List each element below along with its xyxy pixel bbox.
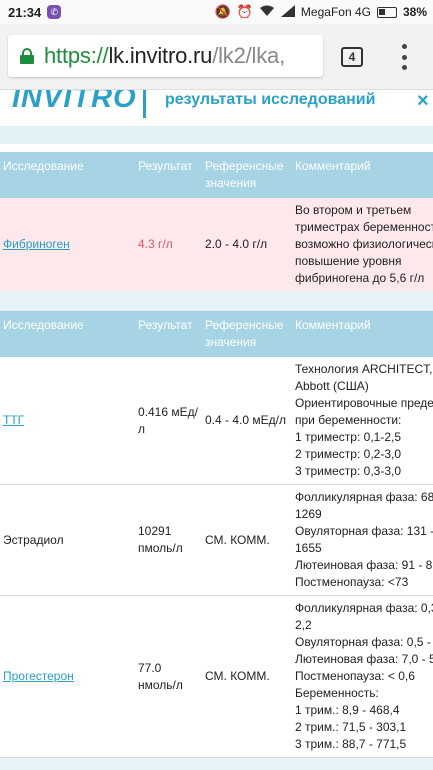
page-title: результаты исследований — [165, 91, 376, 108]
comment-cell: Фолликулярная фаза: 0,3 - 2,2 Овуляторна… — [292, 595, 433, 758]
close-icon[interactable]: × — [417, 90, 429, 113]
header-divider — [143, 90, 146, 118]
battery-percent: 38% — [402, 5, 427, 19]
menu-dot-icon — [401, 54, 407, 60]
comment-line: Фолликулярная фаза: 68 - — [295, 490, 433, 504]
comment-line: Abbott (США) — [295, 379, 369, 393]
table-row: Фибриноген 4.3 г/л 2.0 - 4.0 г/л Во втор… — [0, 198, 433, 291]
comment-line: 2 триместр: 0,2-3,0 — [295, 447, 402, 461]
reference-value: СМ. КОММ. — [202, 595, 292, 758]
table-header-row: Исследование Результат Референсные значе… — [0, 311, 433, 357]
comment-line: Лютеиновая фаза: 91 - 861 — [295, 558, 433, 572]
test-name-cell: Прогестерон — [0, 595, 135, 758]
header-comment: Комментарий — [292, 152, 433, 198]
comment-cell: Фолликулярная фаза: 68 - 1269 Овуляторна… — [292, 484, 433, 596]
comment-line: 1269 — [295, 507, 322, 521]
url-scheme: https:// — [44, 43, 109, 68]
test-name-cell: ТТГ — [0, 357, 135, 485]
comment-line: Овуляторная фаза: 131 - — [295, 524, 433, 538]
comment-line: 1 триместр: 0,1-2,5 — [295, 430, 402, 444]
result-value: 4.3 г/л — [135, 198, 202, 291]
comment-line: фибриногена до 5,6 г/л — [295, 271, 425, 285]
comment-line: при беременности: — [295, 413, 402, 427]
section-band — [0, 758, 433, 770]
comment-cell: Во втором и третьем триместрах беременно… — [292, 198, 433, 291]
menu-dot-icon — [401, 44, 407, 49]
table-row: Эстрадиол 10291 пмоль/л СМ. КОММ. Фоллик… — [0, 484, 433, 596]
tab-switcher-button[interactable]: 4 — [341, 47, 363, 67]
test-name-cell: Фибриноген — [0, 198, 135, 291]
status-icons: 🔕 ⏰ MegaFon 4G 38% — [215, 4, 427, 20]
comment-line: Фолликулярная фаза: 0,3 - — [295, 601, 433, 615]
header-result: Результат — [135, 152, 202, 198]
table-row: ТТГ 0.416 мЕд/л 0.4 - 4.0 мЕд/л Технолог… — [0, 357, 433, 485]
test-link-fibrinogen[interactable]: Фибриноген — [3, 237, 70, 251]
result-value: 0.416 мЕд/л — [135, 357, 202, 485]
table-header-row: Исследование Результат Референсные значе… — [0, 152, 433, 198]
comment-line: 2 трим.: 71,5 - 303,1 — [295, 720, 407, 734]
reference-value: СМ. КОММ. — [202, 484, 292, 596]
result-value: 77.0 нмоль/л — [135, 595, 202, 758]
comment-line: триместрах беременности — [295, 220, 433, 234]
invitro-logo[interactable]: INVITRO — [12, 90, 137, 115]
section-band — [0, 126, 433, 144]
comment-line: Овуляторная фаза: 0,5 - 9, — [295, 635, 433, 649]
results-table-1: Исследование Результат Референсные значе… — [0, 152, 433, 291]
comment-line: возможно физиологическое — [295, 237, 433, 251]
result-text: 77.0 нмоль/л — [138, 660, 183, 692]
test-link-ttg[interactable]: ТТГ — [3, 413, 24, 427]
header-test: Исследование — [0, 311, 135, 357]
header-reference: Референсные значения — [202, 311, 292, 357]
header-reference: Референсные значения — [202, 152, 292, 198]
browser-toolbar: https://lk.invitro.ru/lk2/lka, 4 — [0, 24, 433, 90]
battery-icon — [376, 6, 397, 18]
comment-line: Технология ARCHITECT, — [295, 362, 433, 376]
header-test: Исследование — [0, 152, 135, 198]
menu-dot-icon — [401, 65, 407, 70]
comment-line: 1 трим.: 8,9 - 468,4 — [295, 703, 400, 717]
mute-icon: 🔕 — [214, 4, 231, 19]
comment-line: повышение уровня — [295, 254, 402, 268]
secure-lock-icon[interactable] — [20, 48, 34, 64]
url-text[interactable]: https://lk.invitro.ru/lk2/lka, — [44, 43, 285, 69]
comment-line: Ориентировочные пределы — [295, 396, 433, 410]
url-path: /lk2/lka, — [212, 43, 285, 68]
url-host: lk.invitro.ru — [108, 43, 213, 68]
comment-line: Лютеиновая фаза: 7,0 - 56 — [295, 652, 433, 666]
address-bar[interactable]: https://lk.invitro.ru/lk2/lka, — [8, 35, 323, 77]
reference-value: 0.4 - 4.0 мЕд/л — [202, 357, 292, 485]
header-result: Результат — [135, 311, 202, 357]
test-name-cell: Эстрадиол — [0, 484, 135, 596]
section-band — [0, 291, 433, 311]
status-time: 21:34 — [8, 4, 42, 20]
test-link-progesterone[interactable]: Прогестерон — [3, 669, 74, 683]
comment-line: Во втором и третьем — [295, 203, 412, 217]
result-text: 10291 пмоль/л — [138, 524, 183, 555]
page-content: INVITRO результаты исследований × Исслед… — [0, 90, 433, 770]
result-text: 0.416 мЕд/л — [138, 404, 198, 436]
carrier-label: MegaFon 4G — [300, 5, 371, 19]
status-bar: 21:34 ✆ 🔕 ⏰ MegaFon 4G 38% — [0, 0, 433, 24]
spacer — [0, 144, 433, 152]
overflow-menu-button[interactable] — [398, 44, 410, 70]
comment-line: 3 триместр: 0,3-3,0 — [295, 464, 402, 478]
signal-icon — [280, 4, 295, 20]
comment-line: Постменопауза: <73 — [295, 575, 409, 589]
table-row: Прогестерон 77.0 нмоль/л СМ. КОММ. Фолли… — [0, 595, 433, 758]
results-table-2: Исследование Результат Референсные значе… — [0, 311, 433, 758]
wifi-icon — [259, 5, 275, 20]
viber-notification-icon: ✆ — [47, 5, 62, 19]
comment-line: 1655 — [295, 541, 322, 555]
comment-line: 2,2 — [295, 618, 312, 632]
reference-value: 2.0 - 4.0 г/л — [202, 198, 292, 291]
site-header: INVITRO результаты исследований × — [0, 90, 433, 126]
comment-cell: Технология ARCHITECT, Abbott (США) Ориен… — [292, 357, 433, 485]
comment-line: 3 трим.: 88,7 - 771,5 — [295, 737, 407, 751]
alarm-icon: ⏰ — [236, 4, 253, 19]
comment-line: Беременность: — [295, 686, 379, 700]
comment-line: Постменопауза: < 0,6 — [295, 669, 415, 683]
result-value: 10291 пмоль/л — [135, 484, 202, 596]
header-comment: Комментарий — [292, 311, 433, 357]
